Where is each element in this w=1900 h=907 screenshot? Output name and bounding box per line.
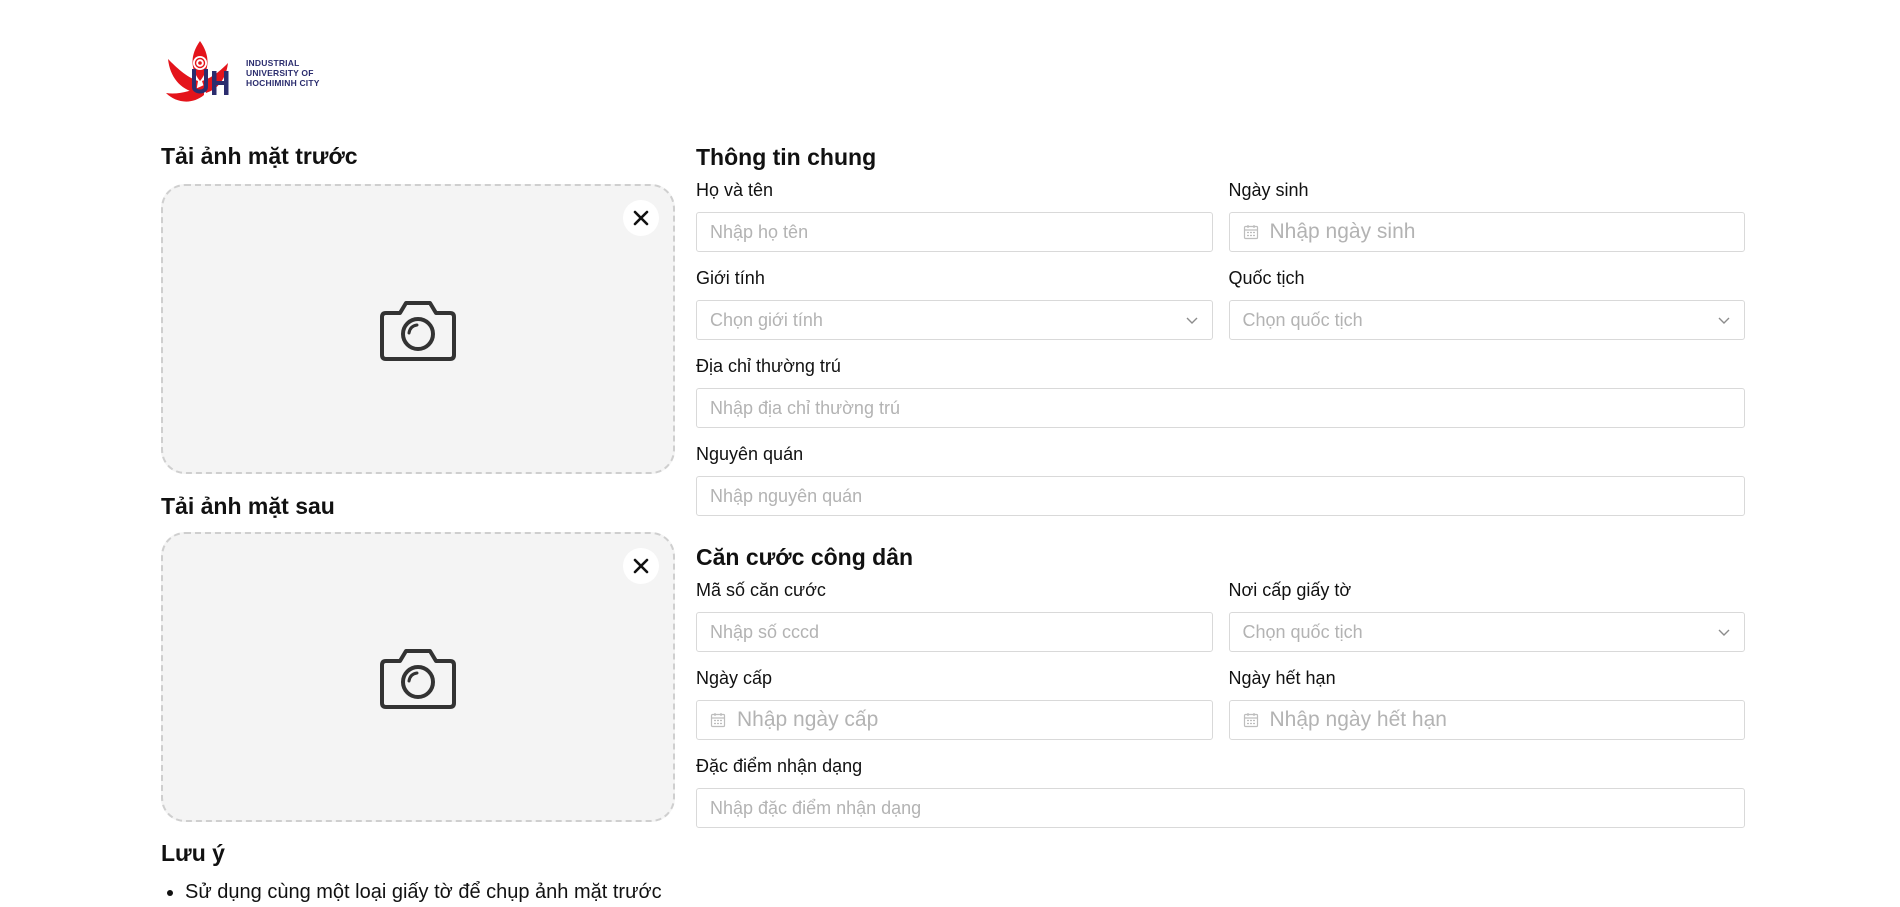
front-remove-button[interactable] — [623, 200, 659, 236]
expiry-date-picker[interactable]: Nhập ngày hết hạn — [1228, 700, 1745, 740]
identifying-marks-input[interactable]: Nhập đặc điểm nhận dạng — [696, 788, 1745, 828]
camera-icon — [380, 301, 456, 361]
id-number-label: Mã số căn cước — [696, 579, 826, 600]
permanent-address-placeholder: Nhập địa chỉ thường trú — [710, 397, 900, 418]
logo-text-line: HOCHIMINH CITY — [246, 78, 320, 88]
university-logo: INDUSTRIAL UNIVERSITY OF HOCHIMINH CITY — [160, 33, 340, 113]
note-item: Sử dụng cùng một loại giấy tờ để chụp ản… — [185, 877, 675, 907]
chevron-down-icon — [1718, 317, 1730, 324]
gender-select[interactable]: Chọn giới tính — [696, 300, 1213, 340]
front-upload-title: Tải ảnh mặt trước — [161, 142, 358, 169]
issue-date-picker[interactable]: Nhập ngày cấp — [696, 700, 1213, 740]
id-number-input[interactable]: Nhập số cccd — [696, 612, 1213, 652]
back-upload-title: Tải ảnh mặt sau — [161, 492, 335, 519]
expiry-date-placeholder: Nhập ngày hết hạn — [1269, 708, 1447, 731]
permanent-address-label: Địa chỉ thường trú — [696, 355, 841, 376]
birth-date-placeholder: Nhập ngày sinh — [1269, 220, 1416, 243]
full-name-placeholder: Nhập họ tên — [710, 221, 809, 242]
nationality-placeholder: Chọn quốc tịch — [1242, 309, 1363, 330]
id-number-placeholder: Nhập số cccd — [710, 621, 820, 642]
iuh-logo-icon — [166, 41, 229, 102]
general-info-title: Thông tin chung — [696, 143, 877, 170]
close-icon — [633, 558, 649, 574]
close-icon — [633, 210, 649, 226]
issue-date-label: Ngày cấp — [696, 667, 773, 688]
chevron-down-icon — [1718, 629, 1730, 636]
identifying-marks-label: Đặc điểm nhận dạng — [696, 755, 863, 776]
notes-title: Lưu ý — [161, 840, 225, 866]
back-upload-dropzone[interactable] — [161, 532, 675, 822]
logo-text-line: UNIVERSITY OF — [246, 68, 314, 78]
nationality-select[interactable]: Chọn quốc tịch — [1228, 300, 1745, 340]
full-name-input[interactable]: Nhập họ tên — [696, 212, 1213, 252]
upload-column: Tải ảnh mặt trước Tải ảnh mặt sau Lưu ý … — [161, 140, 675, 907]
issue-date-placeholder: Nhập ngày cấp — [737, 708, 879, 731]
calendar-icon — [710, 713, 726, 728]
full-name-label: Họ và tên — [696, 179, 774, 200]
info-form: Thông tin chung Họ và tên Nhập họ tên Ng… — [696, 140, 1745, 828]
issue-place-placeholder: Chọn quốc tịch — [1242, 621, 1363, 642]
identifying-marks-placeholder: Nhập đặc điểm nhận dạng — [710, 797, 922, 818]
front-upload-dropzone[interactable] — [161, 184, 675, 474]
issue-place-select[interactable]: Chọn quốc tịch — [1228, 612, 1745, 652]
logo-text: INDUSTRIAL UNIVERSITY OF HOCHIMINH CITY — [246, 58, 320, 88]
birth-date-picker[interactable]: Nhập ngày sinh — [1228, 212, 1745, 252]
nationality-label: Quốc tịch — [1228, 267, 1305, 288]
back-remove-button[interactable] — [623, 548, 659, 584]
notes-list: Sử dụng cùng một loại giấy tờ để chụp ản… — [185, 877, 675, 907]
camera-icon — [380, 649, 456, 709]
chevron-down-icon — [1186, 317, 1197, 324]
birth-date-label: Ngày sinh — [1228, 179, 1309, 200]
citizen-id-title: Căn cước công dân — [696, 543, 914, 570]
hometown-input[interactable]: Nhập nguyên quán — [696, 476, 1745, 516]
calendar-icon — [1243, 713, 1258, 728]
hometown-placeholder: Nhập nguyên quán — [710, 485, 863, 506]
logo-text-line: INDUSTRIAL — [246, 58, 300, 68]
hometown-label: Nguyên quán — [696, 443, 804, 464]
permanent-address-input[interactable]: Nhập địa chỉ thường trú — [696, 388, 1745, 428]
gender-label: Giới tính — [696, 267, 765, 288]
calendar-icon — [1243, 225, 1258, 240]
gender-placeholder: Chọn giới tính — [710, 309, 823, 330]
expiry-date-label: Ngày hết hạn — [1228, 667, 1336, 688]
issue-place-label: Nơi cấp giấy tờ — [1228, 579, 1352, 600]
